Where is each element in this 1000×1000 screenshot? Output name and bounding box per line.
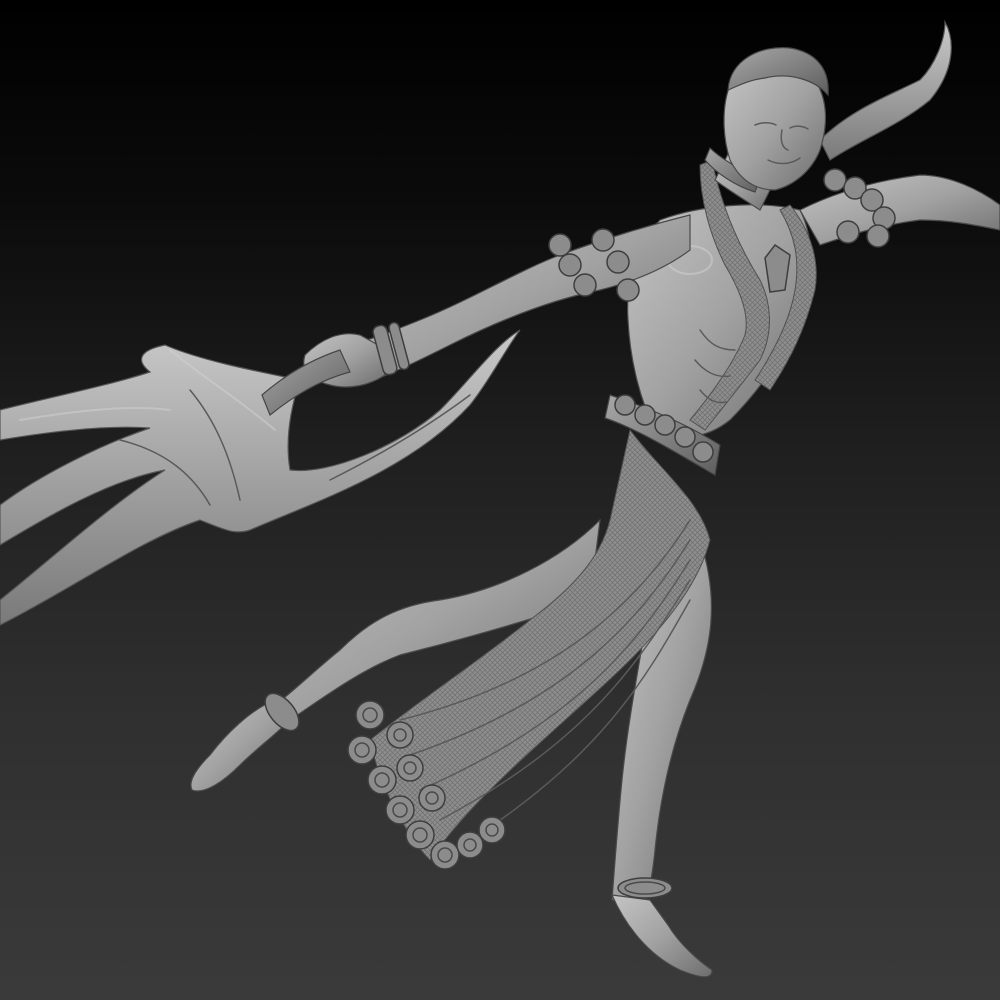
flowing-ribbon	[0, 329, 521, 626]
figure-sculpture	[0, 19, 1000, 978]
torso	[627, 159, 817, 438]
head	[723, 47, 829, 191]
ribbon-tail	[819, 19, 952, 161]
sculpt-viewport	[0, 0, 1000, 1000]
right-arm	[799, 168, 1000, 248]
